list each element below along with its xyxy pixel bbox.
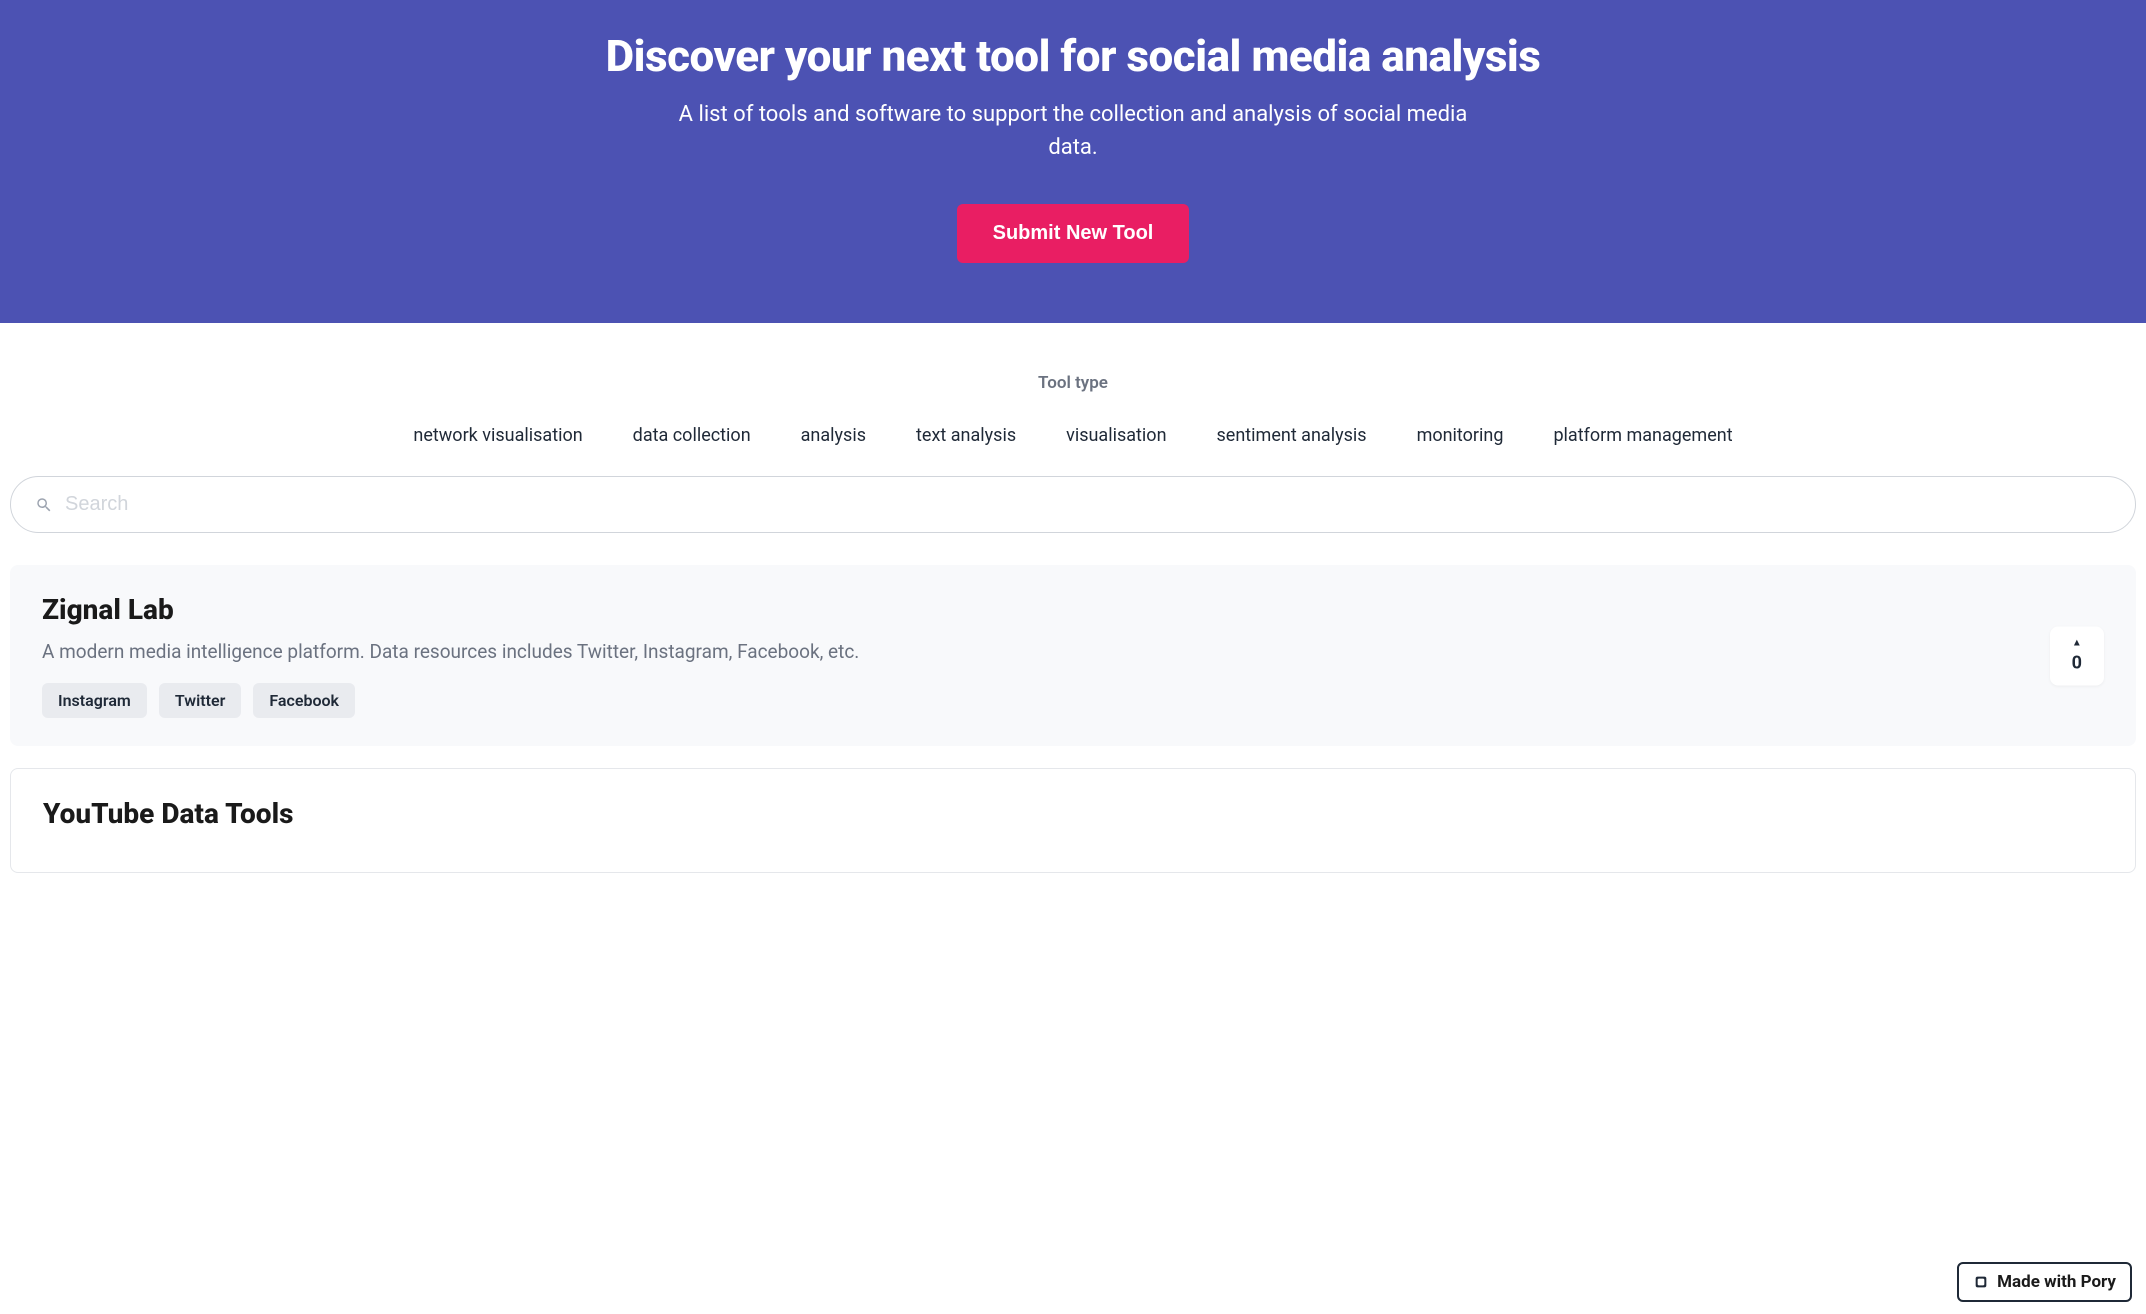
tool-card[interactable]: Zignal Lab A modern media intelligence p… [10, 565, 2136, 746]
search-icon [35, 496, 53, 514]
filter-label: Tool type [20, 373, 2126, 393]
upvote-count: 0 [2072, 652, 2082, 673]
filter-item-platform-management[interactable]: platform management [1553, 425, 1732, 446]
hero-section: Discover your next tool for social media… [0, 0, 2146, 323]
tag-row: Instagram Twitter Facebook [42, 683, 2104, 718]
search-input[interactable] [65, 493, 2111, 516]
filter-row: network visualisation data collection an… [20, 425, 2126, 446]
tool-card[interactable]: YouTube Data Tools [10, 768, 2136, 873]
filter-item-network-visualisation[interactable]: network visualisation [413, 425, 582, 446]
pory-icon [1973, 1274, 1989, 1290]
submit-new-tool-button[interactable]: Submit New Tool [957, 204, 1190, 263]
made-with-pory-label: Made with Pory [1997, 1272, 2116, 1292]
upvote-button[interactable]: ▲ 0 [2050, 626, 2104, 685]
filter-item-text-analysis[interactable]: text analysis [916, 425, 1016, 446]
hero-title: Discover your next tool for social media… [20, 30, 2126, 82]
filter-item-monitoring[interactable]: monitoring [1417, 425, 1504, 446]
filter-item-analysis[interactable]: analysis [801, 425, 866, 446]
filter-section: Tool type network visualisation data col… [0, 323, 2146, 476]
search-wrapper [0, 476, 2146, 553]
tag-twitter[interactable]: Twitter [159, 683, 242, 718]
tag-instagram[interactable]: Instagram [42, 683, 147, 718]
hero-subtitle: A list of tools and software to support … [663, 98, 1483, 164]
made-with-pory-badge[interactable]: Made with Pory [1957, 1262, 2132, 1302]
card-title: Zignal Lab [42, 593, 2104, 626]
filter-item-data-collection[interactable]: data collection [633, 425, 751, 446]
upvote-arrow-icon: ▲ [2072, 638, 2082, 648]
cards-wrapper: Zignal Lab A modern media intelligence p… [0, 553, 2146, 907]
search-container[interactable] [10, 476, 2136, 533]
card-title: YouTube Data Tools [43, 797, 2103, 830]
filter-item-sentiment-analysis[interactable]: sentiment analysis [1217, 425, 1367, 446]
filter-item-visualisation[interactable]: visualisation [1066, 425, 1166, 446]
card-description: A modern media intelligence platform. Da… [42, 640, 942, 663]
tag-facebook[interactable]: Facebook [253, 683, 355, 718]
